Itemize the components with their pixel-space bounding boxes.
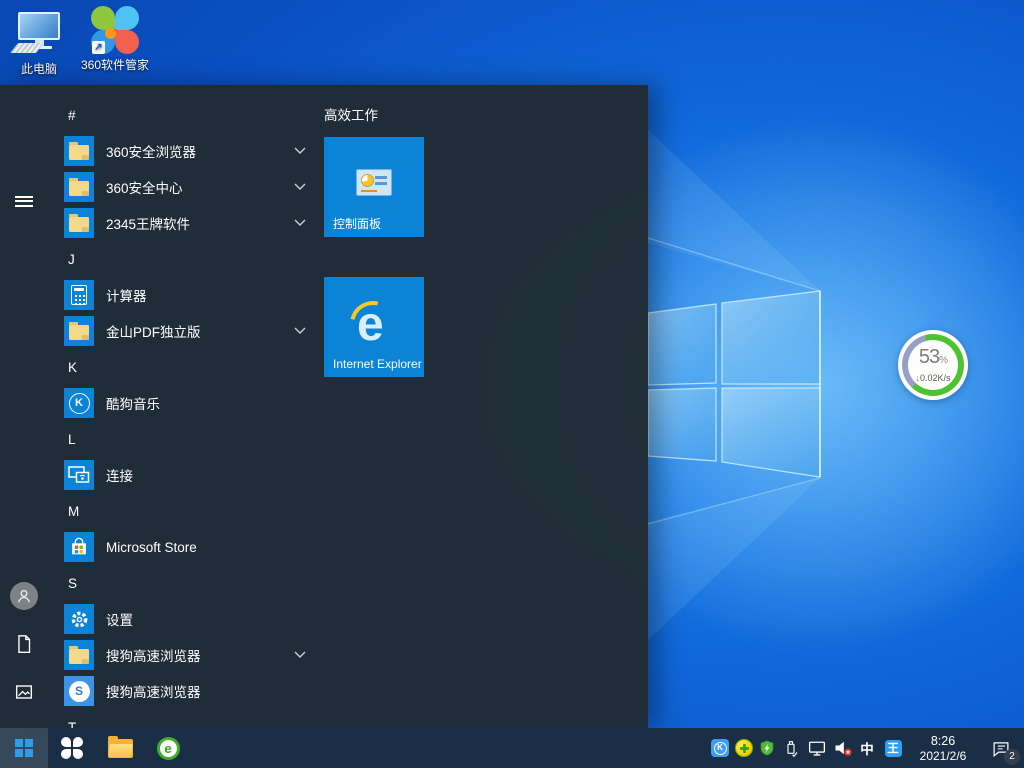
app-row-calculator[interactable]: 计算器 — [64, 277, 312, 313]
chevron-down-icon[interactable] — [288, 142, 312, 160]
connect-icon — [67, 464, 91, 486]
chevron-down-icon[interactable] — [288, 646, 312, 664]
kugou-icon: K — [711, 739, 729, 757]
start-menu: # 360安全浏览器 360安全中心 2345王牌软件 J 计算器 金山PDF独… — [0, 85, 648, 728]
pictures-icon — [13, 681, 35, 703]
app-row-2345-software-folder[interactable]: 2345王牌软件 — [64, 205, 312, 241]
usb-icon — [782, 738, 800, 758]
section-header[interactable]: L — [64, 421, 312, 457]
section-header[interactable]: J — [64, 241, 312, 277]
memory-percent: 53 — [919, 346, 939, 368]
file-explorer-icon — [108, 739, 133, 758]
action-center-button[interactable]: 2 — [978, 728, 1024, 768]
360-software-manager-icon: ↗ — [90, 6, 140, 54]
app-row-kingsoft-pdf-folder[interactable]: 金山PDF独立版 — [64, 313, 312, 349]
360-antivirus-icon — [735, 739, 753, 757]
folder-icon — [69, 217, 89, 232]
date: 2021/2/6 — [908, 749, 978, 763]
tray-360-antivirus[interactable] — [732, 728, 756, 768]
avatar — [10, 582, 38, 610]
speed-ball-progress-ring: 53% ↓0.02K/s — [902, 334, 964, 396]
network-speed: 0.02K/s — [920, 373, 951, 383]
user-account-button[interactable] — [0, 572, 48, 620]
app-row-sogou-browser-folder[interactable]: 搜狗高速浏览器 — [64, 637, 312, 673]
this-pc-icon — [14, 10, 64, 58]
gear-icon — [69, 609, 90, 630]
folder-icon — [69, 649, 89, 664]
360-safeguard-icon — [61, 737, 83, 759]
app-row-connect[interactable]: 连接 — [64, 457, 312, 493]
tray-ime-indicator[interactable]: 中 — [856, 728, 878, 768]
desktop-icon-label: 此电脑 — [0, 60, 78, 77]
folder-icon — [69, 325, 89, 340]
folder-icon — [69, 145, 89, 160]
hamburger-icon — [15, 193, 33, 209]
time: 8:26 — [908, 734, 978, 749]
microsoft-store-icon — [68, 536, 90, 558]
tray-network[interactable] — [804, 728, 830, 768]
pictures-button[interactable] — [0, 668, 48, 716]
network-monitor-icon — [807, 739, 827, 757]
user-icon — [14, 586, 34, 606]
windows-logo-icon — [15, 739, 33, 757]
start-menu-tiles: 高效工作 控制面板 e Internet Explorer — [324, 104, 624, 128]
tray-kugou[interactable]: K — [708, 728, 732, 768]
taskbar-360-browser-button[interactable]: e — [144, 728, 192, 768]
section-header[interactable]: S — [64, 565, 312, 601]
taskbar-360-safeguard-button[interactable] — [48, 728, 96, 768]
speaker-muted-icon — [832, 738, 854, 758]
chevron-down-icon[interactable] — [288, 178, 312, 196]
tile-internet-explorer[interactable]: e Internet Explorer — [324, 277, 424, 377]
kugou-icon: K — [69, 393, 90, 414]
system-tray: K 中 王 8:26 2021/2/6 — [708, 728, 1024, 768]
desktop-icon-this-pc[interactable]: 此电脑 — [0, 10, 78, 77]
app-row-kugou-music[interactable]: K 酷狗音乐 — [64, 385, 312, 421]
app-row-microsoft-store[interactable]: Microsoft Store — [64, 529, 312, 565]
notification-count-badge: 2 — [1004, 749, 1020, 765]
keyboard-icon — [10, 43, 44, 53]
calculator-icon — [71, 285, 87, 305]
app-row-360-security-center-folder[interactable]: 360安全中心 — [64, 169, 312, 205]
app-row-settings[interactable]: 设置 — [64, 601, 312, 637]
monitor-screen — [18, 12, 60, 40]
documents-button[interactable] — [0, 620, 48, 668]
sogou-icon: S — [69, 681, 90, 702]
folder-icon — [69, 181, 89, 196]
tile-control-panel[interactable]: 控制面板 — [324, 137, 424, 237]
start-menu-app-list: # 360安全浏览器 360安全中心 2345王牌软件 J 计算器 金山PDF独… — [64, 97, 312, 728]
section-header[interactable]: K — [64, 349, 312, 385]
tray-wps-wang[interactable]: 王 — [878, 728, 908, 768]
document-icon — [13, 633, 35, 655]
shield-icon — [758, 739, 776, 757]
wang-icon: 王 — [885, 740, 902, 757]
control-panel-icon — [356, 169, 392, 196]
360-speed-ball-widget[interactable]: 53% ↓0.02K/s — [898, 330, 968, 400]
start-menu-rail — [0, 85, 48, 728]
tray-360-shield[interactable] — [756, 728, 778, 768]
shortcut-arrow-icon: ↗ — [92, 41, 105, 54]
internet-explorer-icon: e — [349, 295, 399, 349]
chevron-down-icon[interactable] — [288, 214, 312, 232]
desktop-icon-360-software-manager[interactable]: ↗ 360软件管家 — [76, 6, 154, 73]
expand-menu-button[interactable] — [0, 177, 48, 225]
chevron-down-icon[interactable] — [288, 322, 312, 340]
tray-volume-muted[interactable] — [830, 728, 856, 768]
app-row-360-secure-browser-folder[interactable]: 360安全浏览器 — [64, 133, 312, 169]
section-header[interactable]: # — [64, 97, 312, 133]
taskbar-clock[interactable]: 8:26 2021/2/6 — [908, 734, 978, 763]
section-header[interactable]: M — [64, 493, 312, 529]
360-browser-icon: e — [157, 737, 180, 760]
tile-group-label[interactable]: 高效工作 — [324, 104, 624, 128]
start-button[interactable] — [0, 728, 48, 768]
desktop-icon-label: 360软件管家 — [76, 56, 154, 73]
tray-usb-device[interactable] — [778, 728, 804, 768]
app-row-sogou-browser[interactable]: S 搜狗高速浏览器 — [64, 673, 312, 709]
taskbar-file-explorer-button[interactable] — [96, 728, 144, 768]
section-header[interactable]: T — [64, 709, 312, 728]
settings-button[interactable] — [0, 716, 48, 728]
